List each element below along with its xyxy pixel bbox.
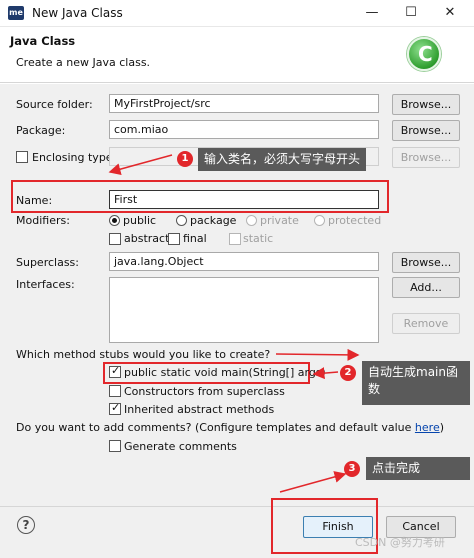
arrow-2b-line (312, 367, 339, 380)
annotation-2-line2: 数 (368, 382, 381, 396)
annotation-2-callout: 自动生成main函 数 (362, 361, 470, 405)
csdn-watermark: CSDN @努力考研 (355, 536, 445, 549)
annotation-1-badge: 1 (177, 151, 193, 167)
annotation-1-callout: 输入类名，必须大写字母开头 (198, 148, 367, 171)
arrow-3-line (279, 471, 347, 493)
annotation-3-badge: 3 (344, 461, 360, 477)
arrow-2a-line (275, 348, 360, 361)
annotation-2-line1: 自动生成main函 (368, 365, 458, 379)
arrow-1-line (108, 154, 173, 176)
annotation-3-callout: 点击完成 (366, 457, 470, 480)
annotation-2-badge: 2 (340, 365, 356, 381)
